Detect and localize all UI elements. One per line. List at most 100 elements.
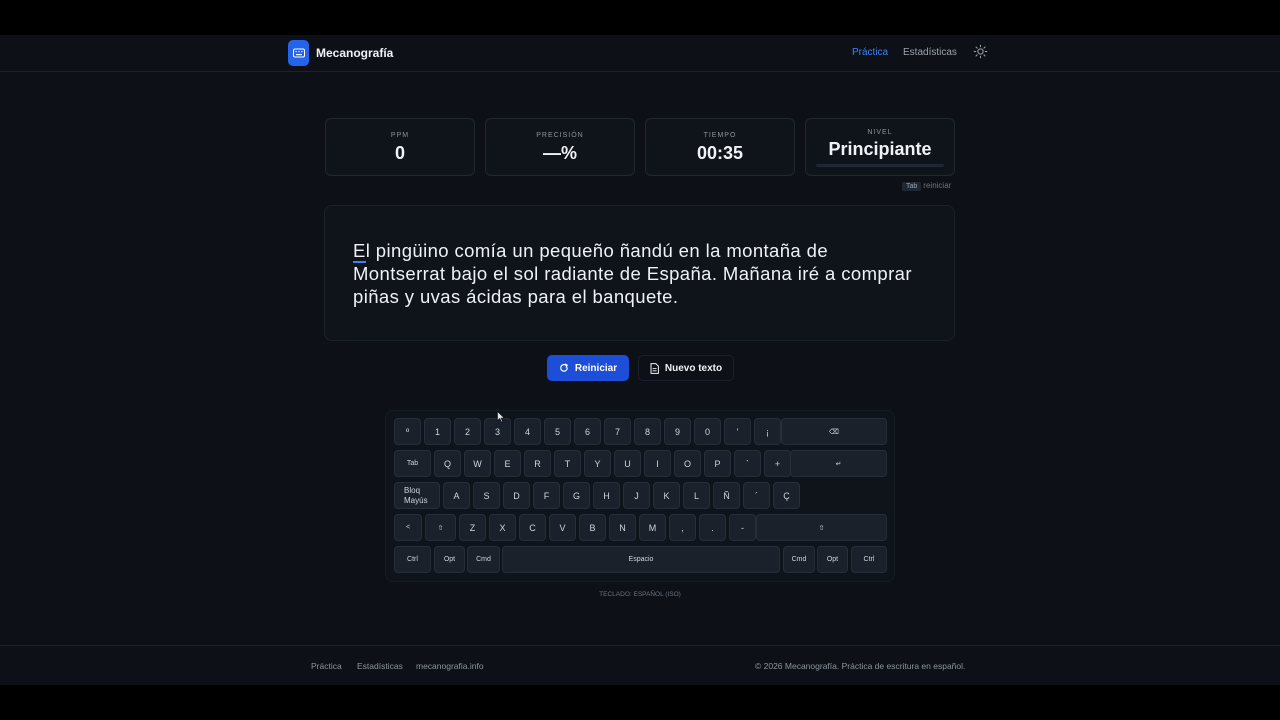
key-c[interactable]: C <box>519 514 546 541</box>
key-º[interactable]: º <box>394 418 421 445</box>
key-o[interactable]: O <box>674 450 701 477</box>
key-n[interactable]: N <box>609 514 636 541</box>
key-r[interactable]: R <box>524 450 551 477</box>
stat-level-value: Principiante <box>828 139 932 159</box>
key-tab[interactable]: Tab <box>394 450 431 477</box>
key-opt[interactable]: Opt <box>434 546 465 573</box>
new-text-button[interactable]: Nuevo texto <box>638 355 734 381</box>
key-u[interactable]: U <box>614 450 641 477</box>
key--[interactable]: - <box>729 514 756 541</box>
restart-button-label: Reiniciar <box>574 362 618 374</box>
key-z[interactable]: Z <box>459 514 486 541</box>
key-¡[interactable]: ¡ <box>754 418 781 445</box>
key-6[interactable]: 6 <box>574 418 601 445</box>
key-4[interactable]: 4 <box>514 418 541 445</box>
stat-precision: PRECISIÓN —% <box>485 118 635 176</box>
keyboard-layout-caption: TECLADO: ESPAÑOL (ISO) <box>599 591 681 598</box>
key-j[interactable]: J <box>623 482 650 509</box>
key-ctrl[interactable]: Ctrl <box>394 546 431 573</box>
key-cmd[interactable]: Cmd <box>467 546 500 573</box>
key-e[interactable]: E <box>494 450 521 477</box>
key-v[interactable]: V <box>549 514 576 541</box>
key-cmd[interactable]: Cmd <box>783 546 815 573</box>
nav-practica[interactable]: Práctica <box>852 47 888 58</box>
footer-link-practica[interactable]: Práctica <box>311 661 342 671</box>
key-⇧[interactable]: ⇧ <box>425 514 456 541</box>
tab-key-badge: Tab <box>902 182 922 191</box>
stat-ppm-value: 0 <box>394 143 405 163</box>
key-g[interactable]: G <box>563 482 590 509</box>
key-ñ[interactable]: Ñ <box>713 482 740 509</box>
key-m[interactable]: M <box>639 514 666 541</box>
stat-time: TIEMPO 00:35 <box>645 118 795 176</box>
key-0[interactable]: 0 <box>694 418 721 445</box>
key-w[interactable]: W <box>464 450 491 477</box>
key-`[interactable]: ` <box>734 450 761 477</box>
app-title[interactable]: Mecanografía <box>316 46 393 60</box>
tab-restart-hint: Tab reiniciar <box>902 181 951 191</box>
typing-text[interactable]: El pingüino comía un pequeño ñandú en la… <box>353 239 923 308</box>
key-opt[interactable]: Opt <box>817 546 848 573</box>
key-<[interactable]: < <box>394 514 422 541</box>
key-8[interactable]: 8 <box>634 418 661 445</box>
key-+[interactable]: + <box>764 450 791 477</box>
key-ctrl[interactable]: Ctrl <box>851 546 887 573</box>
key-ç[interactable]: Ç <box>773 482 800 509</box>
key-d[interactable]: D <box>503 482 530 509</box>
footer-link-estadisticas[interactable]: Estadísticas <box>357 661 403 671</box>
key-,[interactable]: , <box>669 514 696 541</box>
key-´[interactable]: ´ <box>743 482 770 509</box>
stat-level: NIVEL Principiante <box>805 118 955 176</box>
key-espacio[interactable]: Espacio <box>502 546 780 573</box>
key-i[interactable]: I <box>644 450 671 477</box>
key-l[interactable]: L <box>683 482 710 509</box>
footer: Práctica Estadísticas mecanografia.info … <box>0 645 1280 685</box>
footer-link-site[interactable]: mecanografia.info <box>416 661 484 671</box>
key-5[interactable]: 5 <box>544 418 571 445</box>
stat-time-label: TIEMPO <box>703 132 737 139</box>
key-.[interactable]: . <box>699 514 726 541</box>
key-↵[interactable]: ↵ <box>790 450 887 477</box>
mouse-pointer-icon <box>497 411 505 423</box>
key-9[interactable]: 9 <box>664 418 691 445</box>
stat-time-value: 00:35 <box>696 143 744 163</box>
stat-precision-label: PRECISIÓN <box>536 132 584 139</box>
virtual-keyboard: º 1 2 3 4 5 6 7 8 9 0 ' ¡ ⌫ Tab Q W E R T Y U I O P ` + ↵ Bloq Mayús… <box>385 410 895 582</box>
new-text-button-label: Nuevo texto <box>664 362 723 374</box>
sun-icon[interactable] <box>973 44 988 59</box>
key-⇧[interactable]: ⇧ <box>756 514 887 541</box>
remaining-text: l pingüino comía un pequeño ñandú en la … <box>353 240 912 307</box>
stat-ppm-label: PPM <box>390 132 410 139</box>
key-s[interactable]: S <box>473 482 500 509</box>
key-bloq-mayús[interactable]: Bloq Mayús <box>394 482 440 509</box>
restart-button[interactable]: Reiniciar <box>547 355 629 381</box>
key-k[interactable]: K <box>653 482 680 509</box>
refresh-icon <box>559 363 568 372</box>
key-f[interactable]: F <box>533 482 560 509</box>
key-y[interactable]: Y <box>584 450 611 477</box>
key-⌫[interactable]: ⌫ <box>781 418 887 445</box>
key-h[interactable]: H <box>593 482 620 509</box>
level-progress-bar <box>816 164 944 167</box>
current-char: E <box>353 240 366 263</box>
key-t[interactable]: T <box>554 450 581 477</box>
key-7[interactable]: 7 <box>604 418 631 445</box>
nav-estadisticas[interactable]: Estadísticas <box>903 47 957 58</box>
key-2[interactable]: 2 <box>454 418 481 445</box>
stat-precision-value: —% <box>542 143 577 163</box>
typing-panel[interactable]: El pingüino comía un pequeño ñandú en la… <box>324 205 955 341</box>
stat-ppm: PPM 0 <box>325 118 475 176</box>
key-1[interactable]: 1 <box>424 418 451 445</box>
tab-hint-text: reiniciar <box>923 181 952 190</box>
key-q[interactable]: Q <box>434 450 461 477</box>
app-window: Mecanografía Práctica Estadísticas PPM 0… <box>0 35 1280 685</box>
key-p[interactable]: P <box>704 450 731 477</box>
key-'[interactable]: ' <box>724 418 751 445</box>
keyboard-logo-icon[interactable] <box>288 40 309 66</box>
key-a[interactable]: A <box>443 482 470 509</box>
document-icon <box>650 362 659 374</box>
key-x[interactable]: X <box>489 514 516 541</box>
header: Mecanografía Práctica Estadísticas <box>0 35 1280 72</box>
stat-level-label: NIVEL <box>867 129 893 136</box>
key-b[interactable]: B <box>579 514 606 541</box>
